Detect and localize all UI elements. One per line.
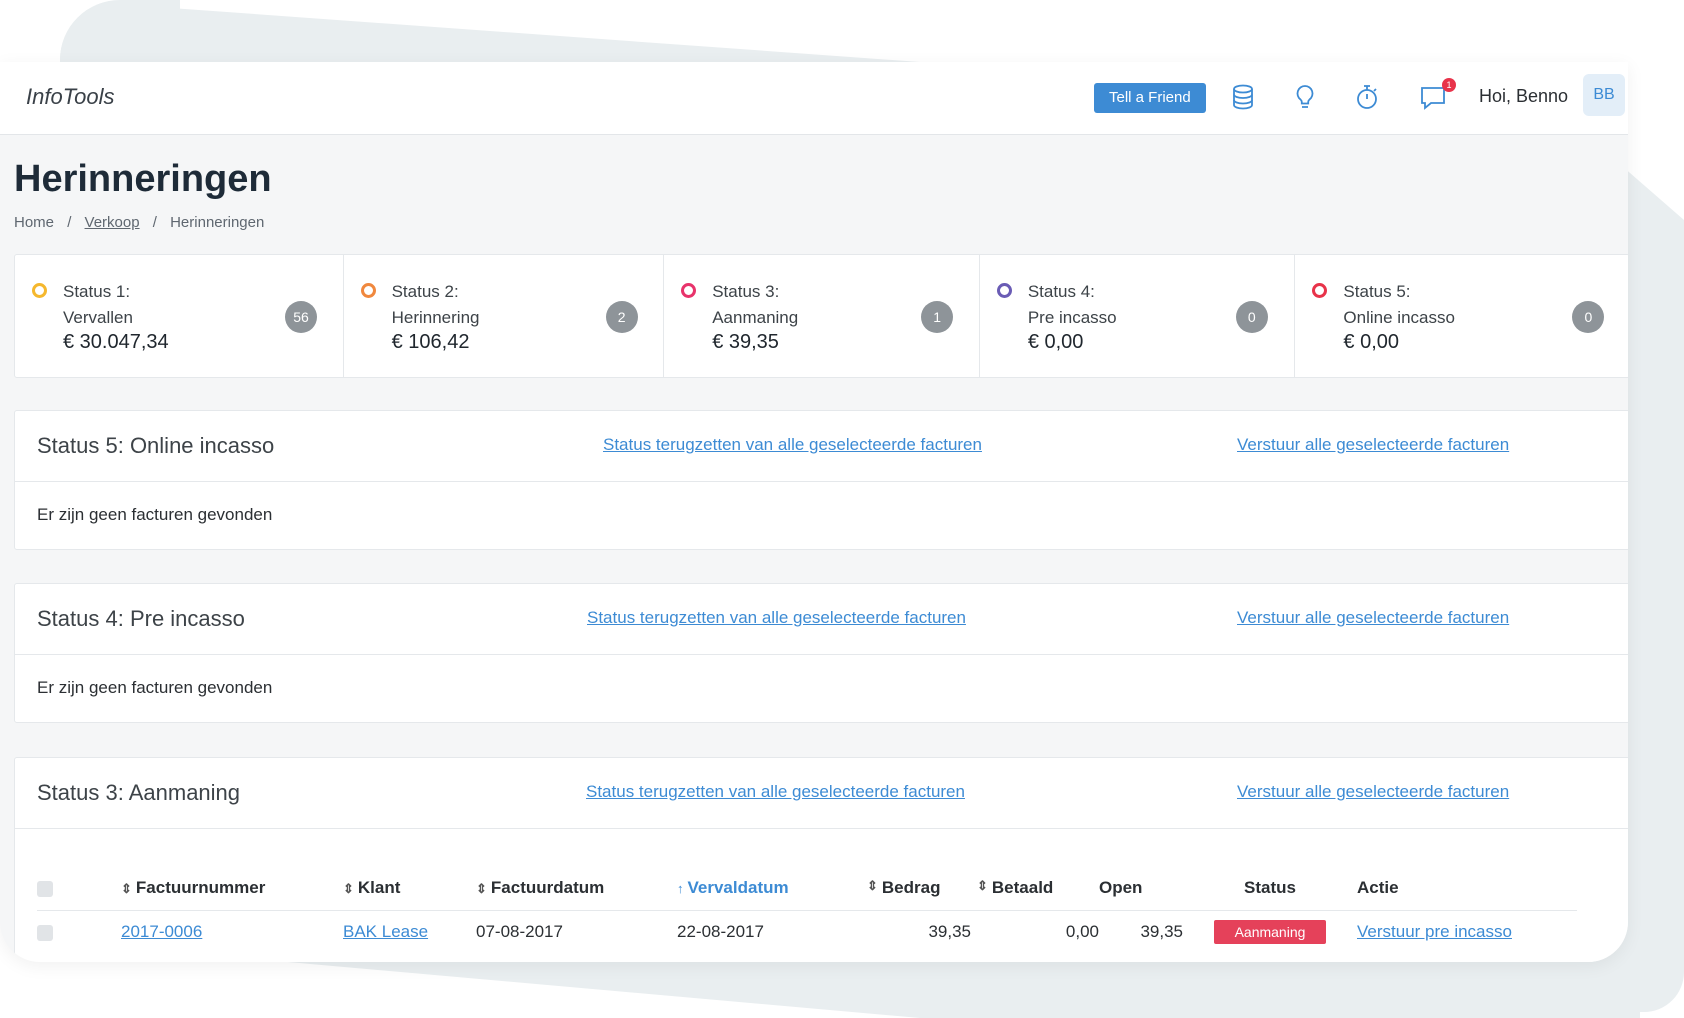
page-title: Herinneringen xyxy=(14,158,272,200)
breadcrumb-verkoop[interactable]: Verkoop xyxy=(85,214,140,231)
panel-status-5: Status 5: Online incasso Status terugzet… xyxy=(14,410,1628,550)
col-klant[interactable]: ⇕ Klant xyxy=(343,866,476,911)
status-label: Status 4: Pre incasso xyxy=(1027,282,1117,327)
status-count-badge: 0 xyxy=(1235,301,1268,333)
status-label: Status 3: Aanmaning xyxy=(712,282,799,327)
invoice-number-link[interactable]: 2017-0006 xyxy=(121,922,202,941)
paid-amount: 0,00 xyxy=(1065,922,1099,941)
status-dot-icon xyxy=(1312,283,1328,298)
user-greeting: Hoi, Benno xyxy=(1479,86,1569,106)
status-amount: € 0,00 xyxy=(1343,331,1400,353)
notification-badge: 1 xyxy=(1442,78,1456,92)
status-amount: € 30.047,34 xyxy=(63,331,169,353)
sort-icon: ⇕ xyxy=(476,881,487,896)
status-count-badge: 56 xyxy=(285,301,317,333)
status-amount: € 0,00 xyxy=(1027,331,1084,353)
stopwatch-icon[interactable] xyxy=(1352,82,1382,112)
sort-ascending-icon: ↑ xyxy=(677,881,684,896)
status-dot-icon xyxy=(32,283,47,298)
status-card-1[interactable]: Status 1: Vervallen € 30.047,34 56 xyxy=(15,255,344,377)
database-icon[interactable] xyxy=(1228,82,1258,112)
panel-header: Status 3: Aanmaning Status terugzetten v… xyxy=(15,758,1628,829)
reset-status-link[interactable]: Status terugzetten van alle geselecteerd… xyxy=(586,782,965,802)
col-actie: Actie xyxy=(1357,866,1577,911)
col-factuurnummer[interactable]: ⇕ Factuurnummer xyxy=(121,866,343,911)
status-amount: € 106,42 xyxy=(391,331,470,353)
panel-title: Status 5: Online incasso xyxy=(37,433,275,458)
send-selected-link[interactable]: Verstuur alle geselecteerde facturen xyxy=(1237,435,1509,455)
empty-message: Er zijn geen facturen gevonden xyxy=(37,505,273,524)
panel-title: Status 4: Pre incasso xyxy=(37,606,245,631)
col-factuurdatum[interactable]: ⇕ Factuurdatum xyxy=(476,866,677,911)
sort-icon: ⇕ xyxy=(121,881,132,896)
app-window: InfoTools Tell a Friend 1 Hoi, Benno BB … xyxy=(0,62,1628,962)
invoice-table: ⇕ Factuurnummer ⇕ Klant ⇕ Factuurdatum ↑ Ver… xyxy=(37,866,1577,953)
status-label: Status 1: Vervallen xyxy=(63,282,133,327)
panel-status-4: Status 4: Pre incasso Status terugzetten… xyxy=(14,583,1628,723)
panel-title: Status 3: Aanmaning xyxy=(37,780,241,805)
breadcrumb-home[interactable]: Home xyxy=(14,214,54,231)
col-status: Status xyxy=(1183,866,1357,911)
invoice-date: 07-08-2017 xyxy=(476,922,563,941)
breadcrumb-separator: / xyxy=(152,214,157,231)
reset-status-link[interactable]: Status terugzetten van alle geselecteerd… xyxy=(587,608,966,628)
background-shape xyxy=(60,0,920,62)
panel-header: Status 5: Online incasso Status terugzet… xyxy=(15,411,1628,482)
top-bar: InfoTools Tell a Friend 1 Hoi, Benno BB xyxy=(0,62,1628,135)
brand-logo[interactable]: InfoTools xyxy=(26,84,114,110)
col-bedrag[interactable]: ⇕ Bedrag xyxy=(867,866,971,911)
status-dot-icon xyxy=(996,283,1012,298)
client-link[interactable]: BAK Lease xyxy=(343,922,428,941)
empty-message: Er zijn geen facturen gevonden xyxy=(37,678,273,697)
breadcrumb: Home / Verkoop / Herinneringen xyxy=(14,214,264,231)
avatar[interactable]: BB xyxy=(1583,74,1625,116)
sort-icon: ⇕ xyxy=(343,881,354,896)
status-label: Status 5: Online incasso xyxy=(1343,282,1455,327)
status-card-4[interactable]: Status 4: Pre incasso € 0,00 0 xyxy=(980,255,1296,377)
panel-header: Status 4: Pre incasso Status terugzetten… xyxy=(15,584,1628,655)
status-card-5[interactable]: Status 5: Online incasso € 0,00 0 xyxy=(1295,255,1628,377)
status-dot-icon xyxy=(681,283,697,298)
status-count-badge: 2 xyxy=(605,301,638,333)
select-all-checkbox[interactable] xyxy=(37,880,53,897)
tell-a-friend-button[interactable]: Tell a Friend xyxy=(1094,83,1206,113)
amount: 39,35 xyxy=(928,922,971,941)
panel-status-3: Status 3: Aanmaning Status terugzetten v… xyxy=(14,757,1628,962)
due-date: 22-08-2017 xyxy=(677,922,764,941)
lightbulb-icon[interactable] xyxy=(1290,82,1320,112)
status-label: Status 2: Herinnering xyxy=(391,282,480,327)
breadcrumb-separator: / xyxy=(67,214,72,231)
table-header-row: ⇕ Factuurnummer ⇕ Klant ⇕ Factuurdatum ↑ Ver… xyxy=(37,866,1577,911)
status-count-badge: 0 xyxy=(1572,301,1605,333)
status-dot-icon xyxy=(360,283,376,298)
reset-status-link[interactable]: Status terugzetten van alle geselecteerd… xyxy=(603,435,982,455)
status-count-badge: 1 xyxy=(921,301,954,333)
sort-icon: ⇕ xyxy=(867,878,878,893)
row-checkbox[interactable] xyxy=(37,924,53,941)
col-betaald[interactable]: ⇕ Betaald xyxy=(971,866,1099,911)
col-open: Open xyxy=(1099,866,1183,911)
status-card-3[interactable]: Status 3: Aanmaning € 39,35 1 xyxy=(664,255,980,377)
col-vervaldatum[interactable]: ↑ Vervaldatum xyxy=(677,866,867,911)
send-selected-link[interactable]: Verstuur alle geselecteerde facturen xyxy=(1237,782,1509,802)
send-pre-incasso-link[interactable]: Verstuur pre incasso xyxy=(1357,922,1512,941)
status-summary: Status 1: Vervallen € 30.047,34 56 Status… xyxy=(14,254,1628,378)
status-badge: Aanmaning xyxy=(1214,920,1326,944)
status-card-2[interactable]: Status 2: Herinnering € 106,42 2 xyxy=(344,255,665,377)
status-amount: € 39,35 xyxy=(712,331,779,353)
sort-icon: ⇕ xyxy=(977,878,988,893)
table-row: 2017-0006 BAK Lease 07-08-2017 22-08-201… xyxy=(37,911,1577,954)
open-amount: 39,35 xyxy=(1140,922,1183,941)
breadcrumb-current: Herinneringen xyxy=(170,214,265,231)
send-selected-link[interactable]: Verstuur alle geselecteerde facturen xyxy=(1237,608,1509,628)
